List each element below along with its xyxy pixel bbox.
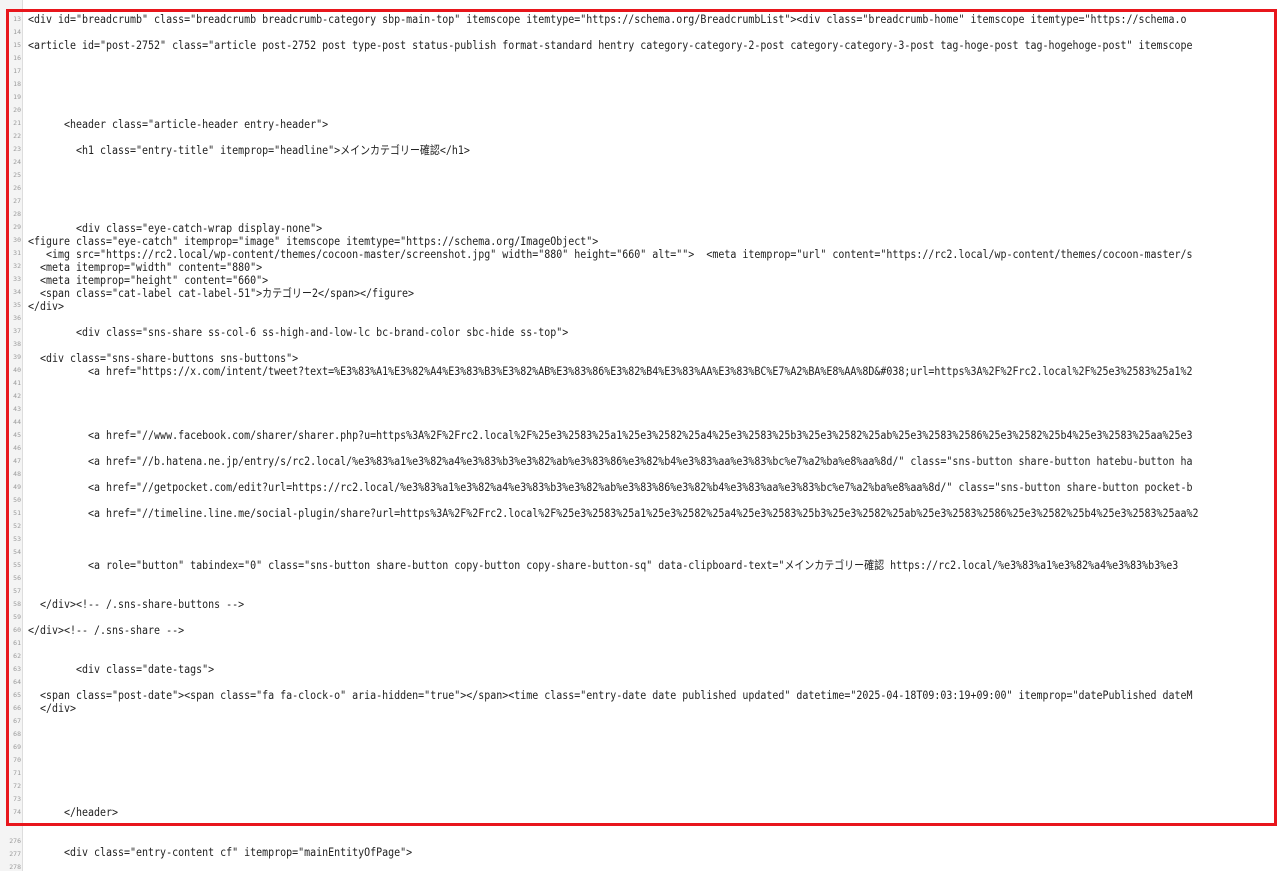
line-number: 45 <box>13 431 21 439</box>
line-number: 25 <box>13 171 21 179</box>
line-number: 52 <box>13 522 21 530</box>
code-line[interactable]: <div class="date-tags"> <box>28 662 214 677</box>
line-number: 276 <box>9 837 21 845</box>
line-number: 51 <box>13 509 21 517</box>
line-number: 33 <box>13 275 21 283</box>
line-number: 65 <box>13 691 21 699</box>
line-number: 62 <box>13 652 21 660</box>
line-number: 17 <box>13 67 21 75</box>
line-number: 14 <box>13 28 21 36</box>
line-number: 19 <box>13 93 21 101</box>
line-number: 13 <box>13 15 21 23</box>
code-line[interactable]: <div id="breadcrumb" class="breadcrumb b… <box>28 12 1187 27</box>
code-line[interactable]: <div class="entry-content cf" itemprop="… <box>28 845 412 860</box>
line-number: 28 <box>13 210 21 218</box>
line-number: 43 <box>13 405 21 413</box>
line-number: 40 <box>13 366 21 374</box>
line-number: 50 <box>13 496 21 504</box>
code-line[interactable]: <article id="post-2752" class="article p… <box>28 38 1193 53</box>
line-number: 61 <box>13 639 21 647</box>
line-number: 64 <box>13 678 21 686</box>
line-number: 42 <box>13 392 21 400</box>
line-number: 57 <box>13 587 21 595</box>
code-line[interactable]: </div><!-- /.sns-share --> <box>28 623 184 638</box>
line-number: 37 <box>13 327 21 335</box>
line-number: 74 <box>13 808 21 816</box>
line-number: 23 <box>13 145 21 153</box>
line-number: 34 <box>13 288 21 296</box>
line-number: 22 <box>13 132 21 140</box>
code-line[interactable]: </header> <box>28 805 118 820</box>
share-link-pocket[interactable]: <a href="//getpocket.com/edit?url=https:… <box>28 480 1193 495</box>
line-number: 58 <box>13 600 21 608</box>
line-number: 44 <box>13 418 21 426</box>
line-number: 24 <box>13 158 21 166</box>
line-number: 69 <box>13 743 21 751</box>
line-number: 48 <box>13 470 21 478</box>
copy-share-button-line[interactable]: <a role="button" tabindex="0" class="sns… <box>28 558 1178 573</box>
line-number: 32 <box>13 262 21 270</box>
line-number: 41 <box>13 379 21 387</box>
line-number: 60 <box>13 626 21 634</box>
line-number: 31 <box>13 249 21 257</box>
line-number: 53 <box>13 535 21 543</box>
line-number: 16 <box>13 54 21 62</box>
share-link-hatena[interactable]: <a href="//b.hatena.ne.jp/entry/s/rc2.lo… <box>28 454 1193 469</box>
line-number: 27 <box>13 197 21 205</box>
line-number: 47 <box>13 457 21 465</box>
code-line[interactable]: </div><!-- /.sns-share-buttons --> <box>28 597 244 612</box>
line-number: 26 <box>13 184 21 192</box>
line-number-gutter: 13 14 15 16 17 18 19 20 21 22 23 24 25 26 27 28 29 30 31 32… <box>0 0 23 871</box>
line-number: 18 <box>13 80 21 88</box>
line-number: 29 <box>13 223 21 231</box>
line-number: 39 <box>13 353 21 361</box>
code-line[interactable]: <header class="article-header entry-head… <box>28 117 328 132</box>
share-link-line[interactable]: <a href="//timeline.line.me/social-plugi… <box>28 506 1199 521</box>
share-link-x[interactable]: <a href="https://x.com/intent/tweet?text… <box>28 364 1193 379</box>
line-number: 49 <box>13 483 21 491</box>
line-number: 73 <box>13 795 21 803</box>
line-number: 277 <box>9 850 21 858</box>
line-number: 59 <box>13 613 21 621</box>
code-line[interactable]: <span class="post-date"><span class="fa … <box>28 688 1193 703</box>
line-number: 35 <box>13 301 21 309</box>
code-line[interactable]: </div> <box>28 299 64 314</box>
line-number: 30 <box>13 236 21 244</box>
line-number: 38 <box>13 340 21 348</box>
line-number: 70 <box>13 756 21 764</box>
line-number: 55 <box>13 561 21 569</box>
line-number: 278 <box>9 863 21 871</box>
line-number: 46 <box>13 444 21 452</box>
code-line[interactable]: <div class="sns-share ss-col-6 ss-high-a… <box>28 325 568 340</box>
code-line[interactable]: <h1 class="entry-title" itemprop="headli… <box>28 143 470 158</box>
line-number: 63 <box>13 665 21 673</box>
line-number: 36 <box>13 314 21 322</box>
line-number: 68 <box>13 730 21 738</box>
line-number: 71 <box>13 769 21 777</box>
code-line[interactable]: <span class="cat-label cat-label-51">カテゴ… <box>28 286 414 301</box>
line-number: 54 <box>13 548 21 556</box>
line-number: 72 <box>13 782 21 790</box>
code-line[interactable]: </div> <box>28 701 76 716</box>
share-link-facebook[interactable]: <a href="//www.facebook.com/sharer/share… <box>28 428 1193 443</box>
line-number: 21 <box>13 119 21 127</box>
line-number: 15 <box>13 41 21 49</box>
line-number: 20 <box>13 106 21 114</box>
line-number: 67 <box>13 717 21 725</box>
line-number: 56 <box>13 574 21 582</box>
line-number: 66 <box>13 704 21 712</box>
